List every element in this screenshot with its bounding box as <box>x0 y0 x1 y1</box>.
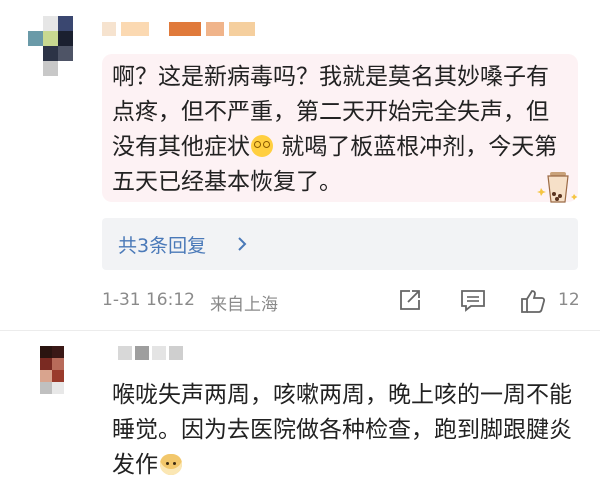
divider <box>0 330 600 331</box>
username-blurred[interactable] <box>102 22 255 36</box>
chevron-right-icon <box>238 237 247 251</box>
bubble-tea-sticker <box>537 172 578 203</box>
username-blurred[interactable] <box>118 346 183 360</box>
view-replies-link[interactable]: 共3条回复 <box>118 231 206 258</box>
comment-time: 1-31 16:12 <box>102 290 195 310</box>
comment-feed: 啊？这是新病毒吗？我就是莫名其妙嗓子有点疼，但不严重，第二天开始完全失声，但没有… <box>0 0 600 485</box>
comment-location: 来自上海 <box>210 295 278 315</box>
dizzy-face-emoji <box>251 135 273 157</box>
comment-icon[interactable] <box>460 288 486 312</box>
avatar[interactable] <box>28 16 88 76</box>
doge-emoji <box>160 454 182 475</box>
like-icon[interactable] <box>520 288 546 314</box>
comment-text: 喉咙失声两周，咳嗽两周，晚上咳的一周不能睡觉。因为去医院做各种检查，跑到脚跟腱炎… <box>112 378 582 483</box>
like-count: 12 <box>558 290 580 310</box>
forward-icon[interactable] <box>398 288 422 312</box>
replies-box[interactable]: 共3条回复 <box>102 218 578 270</box>
comment-text: 啊？这是新病毒吗？我就是莫名其妙嗓子有点疼，但不严重，第二天开始完全失声，但没有… <box>112 60 562 200</box>
avatar[interactable] <box>28 346 76 406</box>
